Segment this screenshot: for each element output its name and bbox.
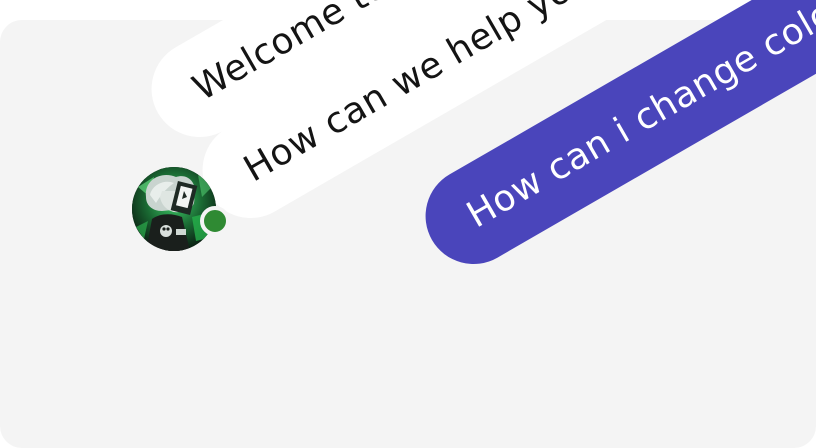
avatar-image: [132, 167, 216, 251]
online-status-indicator: [200, 206, 230, 236]
chat-widget-preview: Welcome to our chat! How can we help you…: [0, 0, 816, 448]
message-list: Welcome to our chat! How can we help you…: [0, 0, 816, 448]
agent-avatar[interactable]: [132, 167, 216, 251]
